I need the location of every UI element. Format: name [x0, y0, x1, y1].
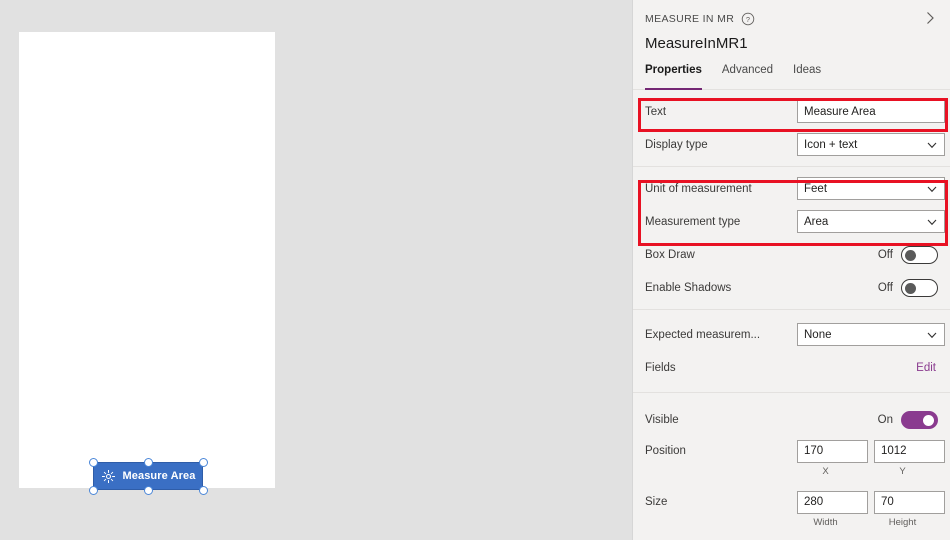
label-position: Position — [645, 445, 686, 457]
svg-text:?: ? — [746, 15, 750, 24]
panel-eyebrow-row: MEASURE IN MR ? — [645, 10, 936, 28]
control-display-type: Icon + text — [797, 133, 945, 156]
size-width-input[interactable] — [797, 490, 868, 514]
row-enable-shadows: Enable Shadows Off — [633, 271, 950, 304]
control-measurement-type: Area — [797, 210, 945, 233]
fields-edit-link[interactable]: Edit — [916, 362, 938, 374]
panel-control-name: MeasureInMR1 — [645, 35, 748, 52]
label-fields: Fields — [645, 361, 676, 374]
box-draw-state: Off — [877, 248, 893, 261]
measure-area-button-label: Measure Area — [122, 470, 196, 482]
toggle-knob — [905, 282, 916, 294]
section-layout: Visible On Position X — [633, 393, 950, 531]
row-display-type: Display type Icon + text — [633, 128, 950, 161]
label-enable-shadows: Enable Shadows — [645, 281, 732, 294]
position-x-sublabel: X — [822, 466, 829, 477]
resize-handle-top-left[interactable] — [88, 457, 98, 467]
label-display-type: Display type — [645, 138, 708, 151]
row-visible: Visible On — [633, 403, 950, 436]
display-type-value: Icon + text — [804, 138, 858, 151]
size-sublabels: Width Height — [633, 517, 950, 531]
position-y-input[interactable] — [874, 439, 945, 463]
tab-advanced[interactable]: Advanced — [722, 64, 773, 89]
row-box-draw: Box Draw Off — [633, 238, 950, 271]
size-height-sublabel: Height — [888, 517, 917, 528]
display-type-dropdown[interactable]: Icon + text — [797, 133, 945, 156]
app-screen-surface[interactable]: Measure Area — [19, 32, 275, 495]
panel-tabs: Properties Advanced Ideas — [633, 64, 950, 90]
size-width-sublabel: Width — [813, 517, 838, 528]
panel-control-type-label: MEASURE IN MR — [645, 13, 735, 25]
properties-panel: MEASURE IN MR ? MeasureInMR1 Properties … — [632, 0, 950, 540]
row-position: Position — [633, 436, 950, 466]
label-visible: Visible — [645, 413, 679, 426]
power-apps-studio: Measure Area MEASURE IN MR ? MeasureInMR… — [0, 0, 950, 540]
visible-state: On — [877, 413, 893, 426]
size-height-input[interactable] — [874, 490, 945, 514]
position-x-input[interactable] — [797, 439, 868, 463]
selected-control-measure-area[interactable]: Measure Area — [85, 454, 211, 498]
section-data: Expected measurem... None Fields Edit — [633, 310, 950, 392]
label-unit-of-measurement: Unit of measurement — [645, 182, 752, 195]
measurement-type-dropdown[interactable]: Area — [797, 210, 945, 233]
row-size: Size — [633, 487, 950, 517]
chevron-down-icon — [927, 219, 937, 225]
chevron-right-icon[interactable] — [922, 10, 938, 26]
chevron-down-icon — [927, 332, 937, 338]
row-expected-measurement: Expected measurem... None — [633, 318, 950, 351]
position-y-sublabel: Y — [899, 466, 906, 477]
panel-header: MEASURE IN MR ? MeasureInMR1 — [633, 0, 950, 52]
row-unit-of-measurement: Unit of measurement Feet — [633, 172, 950, 205]
control-text — [797, 100, 945, 123]
measurement-type-value: Area — [804, 215, 829, 228]
unit-of-measurement-dropdown[interactable]: Feet — [797, 177, 945, 200]
chevron-down-icon — [927, 186, 937, 192]
row-text: Text — [633, 95, 950, 128]
visible-toggle-wrap: On — [877, 410, 938, 429]
section-measurement: Unit of measurement Feet Measurement typ… — [633, 167, 950, 309]
position-sublabels: X Y — [633, 466, 950, 480]
control-unit-of-measurement: Feet — [797, 177, 945, 200]
expected-measurement-dropdown[interactable]: None — [797, 323, 945, 346]
label-expected-measurement: Expected measurem... — [645, 328, 761, 341]
resize-handle-bottom-left[interactable] — [88, 485, 98, 495]
enable-shadows-toggle[interactable] — [901, 278, 938, 297]
label-text: Text — [645, 105, 667, 118]
row-measurement-type: Measurement type Area — [633, 205, 950, 238]
control-expected-measurement: None — [797, 323, 945, 346]
chevron-down-icon — [927, 142, 937, 148]
resize-handle-bottom-right[interactable] — [198, 485, 208, 495]
tab-ideas[interactable]: Ideas — [793, 64, 821, 89]
position-fields — [797, 439, 945, 463]
control-visible: On — [797, 410, 938, 429]
enable-shadows-toggle-wrap: Off — [877, 278, 938, 297]
enable-shadows-state: Off — [877, 281, 893, 294]
label-box-draw: Box Draw — [645, 248, 695, 261]
tab-properties[interactable]: Properties — [645, 64, 702, 90]
size-fields — [797, 490, 945, 514]
help-circle-icon[interactable]: ? — [741, 12, 755, 26]
text-input[interactable] — [797, 100, 945, 123]
control-enable-shadows: Off — [797, 278, 938, 297]
expected-measurement-value: None — [804, 328, 832, 341]
resize-handle-bottom-center[interactable] — [143, 485, 153, 495]
control-box-draw: Off — [797, 245, 938, 264]
control-fields: Edit — [797, 362, 938, 374]
box-draw-toggle-wrap: Off — [877, 245, 938, 264]
box-draw-toggle[interactable] — [901, 245, 938, 264]
resize-handle-top-center[interactable] — [143, 457, 153, 467]
resize-handle-top-right[interactable] — [198, 457, 208, 467]
canvas-area[interactable]: Measure Area — [0, 0, 632, 540]
label-measurement-type: Measurement type — [645, 215, 741, 228]
unit-of-measurement-value: Feet — [804, 182, 828, 195]
row-fields: Fields Edit — [633, 351, 950, 384]
measure-target-icon — [101, 469, 115, 483]
section-appearance: Text Display type Icon + text — [633, 90, 950, 166]
visible-toggle[interactable] — [901, 410, 938, 429]
label-size: Size — [645, 496, 668, 508]
toggle-knob — [905, 249, 916, 261]
toggle-knob — [923, 414, 934, 426]
